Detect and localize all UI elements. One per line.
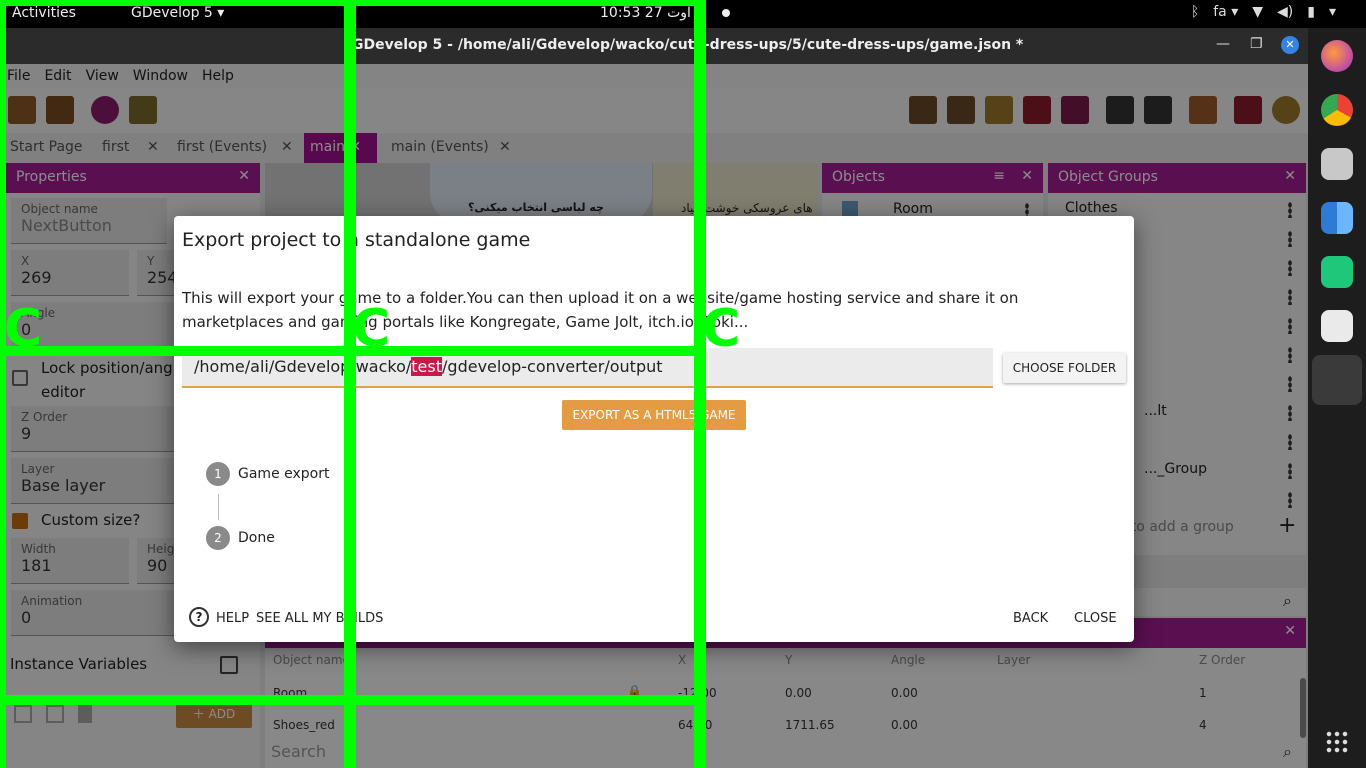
app-menu[interactable]: GDevelop 5 ▾ (131, 5, 224, 21)
text-editor-icon[interactable] (1321, 310, 1353, 342)
minimize-icon[interactable]: — (1216, 36, 1230, 52)
keyboard-layout[interactable]: fa ▾ (1213, 4, 1238, 20)
active-app-slot[interactable] (1312, 355, 1362, 405)
notification-dot (722, 9, 730, 17)
step-done: 2 Done (206, 526, 275, 550)
bluetooth-icon: ᛒ (1190, 4, 1200, 20)
firefox-icon[interactable] (1321, 40, 1353, 72)
grid-marker: C (702, 299, 741, 359)
grid-marker: C (4, 299, 43, 359)
calculator-icon[interactable] (1321, 202, 1353, 234)
grid-line (0, 0, 706, 6)
window-titlebar: GDevelop 5 - /home/ali/Gdevelop/wacko/cu… (0, 28, 1308, 64)
window-close-icon[interactable]: ✕ (1281, 36, 1299, 54)
dock (1308, 28, 1366, 768)
pycharm-icon[interactable] (1321, 256, 1353, 288)
export-html5-button[interactable]: EXPORT AS A HTML5 GAME (562, 400, 746, 430)
grid-line (0, 695, 706, 705)
see-all-builds-button[interactable]: SEE ALL MY BUILDS (256, 611, 383, 626)
help-button[interactable]: HELP (216, 611, 249, 626)
close-button[interactable]: CLOSE (1074, 611, 1117, 626)
battery-icon: ▮ (1307, 4, 1315, 20)
grid-line (0, 0, 6, 768)
activities-button[interactable]: Activities (12, 5, 76, 21)
system-tray[interactable]: ᛒ fa ▾ ▼ ◀) ▮ ▾ (1191, 4, 1336, 20)
system-menu-chevron-icon: ▾ (1328, 4, 1336, 20)
network-icon: ▼ (1252, 4, 1264, 20)
dialog-title: Export project to a standalone game (182, 229, 531, 251)
files-icon[interactable] (1321, 148, 1353, 180)
volume-icon: ◀) (1277, 4, 1294, 20)
step-game-export: 1 Game export (206, 462, 329, 486)
grid-marker: C (352, 299, 391, 359)
clock[interactable]: 10:53 27 اوت (600, 5, 691, 21)
maximize-icon[interactable]: ❐ (1250, 36, 1263, 52)
window-title: GDevelop 5 - /home/ali/Gdevelop/wacko/cu… (352, 37, 1024, 53)
show-apps-icon[interactable] (1325, 730, 1349, 754)
step-connector (218, 494, 219, 520)
export-dialog: Export project to a standalone game This… (174, 216, 1134, 642)
grid-line (344, 0, 356, 768)
app-menu-label: GDevelop 5 (131, 5, 213, 21)
grid-line (694, 0, 706, 768)
chrome-icon[interactable] (1321, 94, 1353, 126)
choose-folder-button[interactable]: CHOOSE FOLDER (1003, 353, 1126, 383)
dialog-description: This will export your game to a folder.Y… (182, 289, 1019, 331)
help-icon[interactable]: ? (189, 607, 209, 627)
back-button[interactable]: BACK (1013, 611, 1048, 626)
